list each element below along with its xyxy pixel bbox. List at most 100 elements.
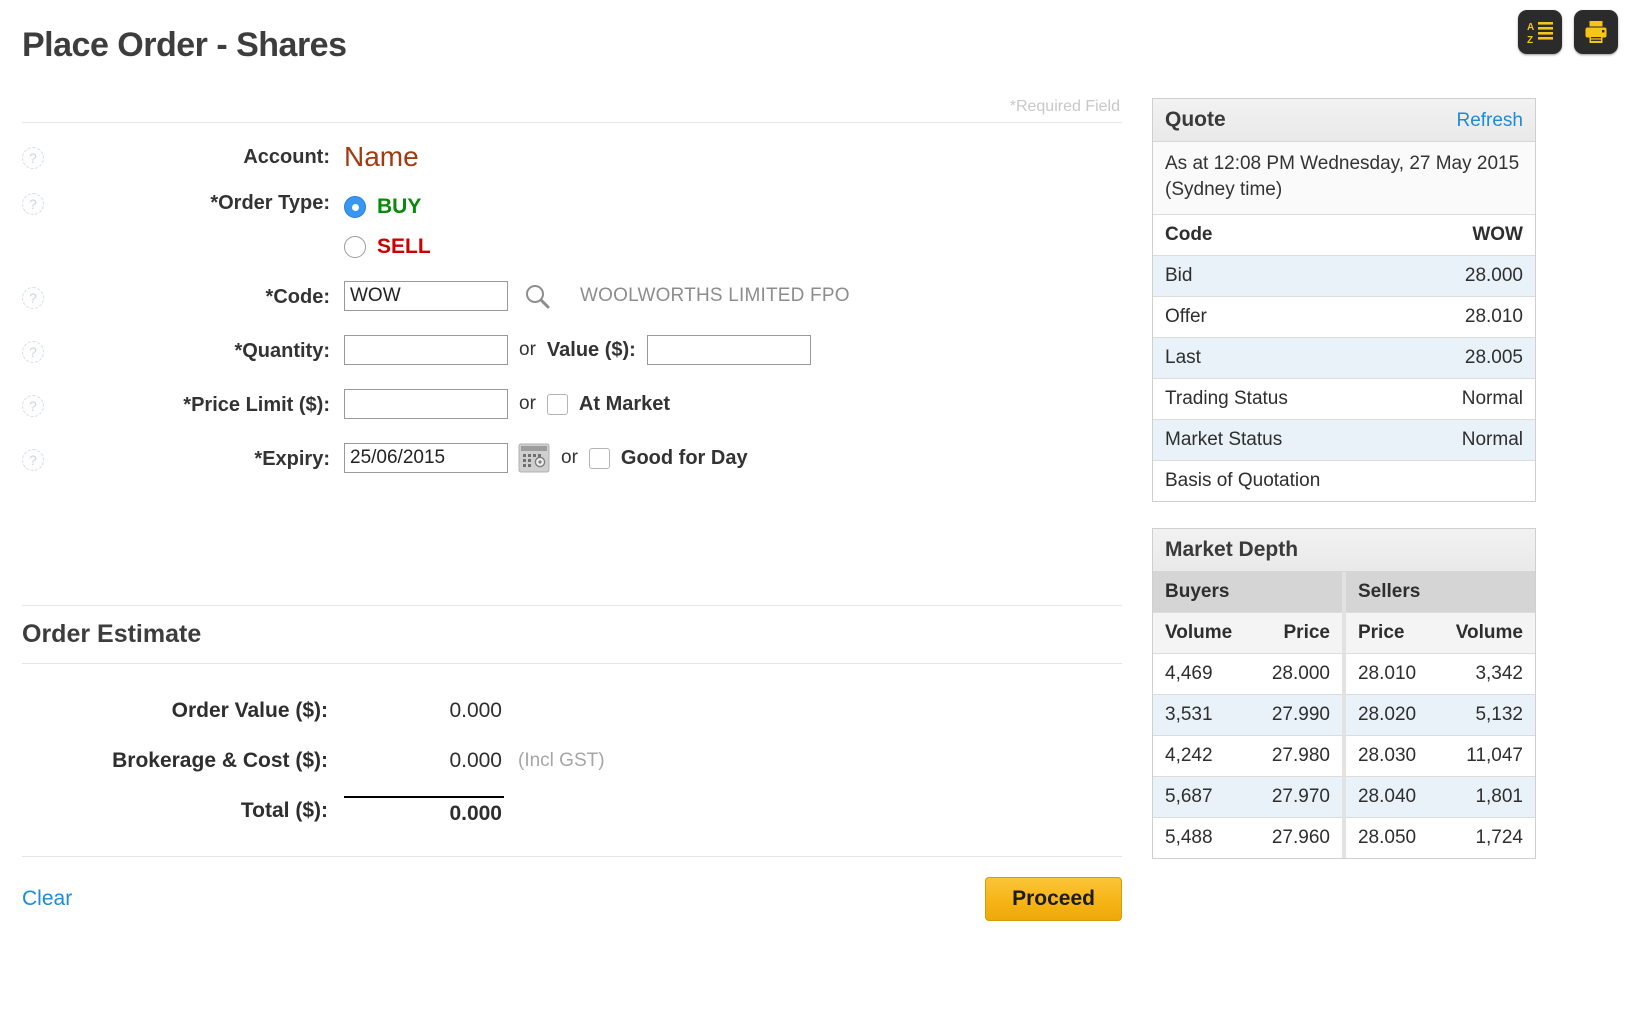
cell-buy-price: 27.980 bbox=[1252, 736, 1344, 777]
refresh-button[interactable]: Refresh bbox=[1456, 110, 1523, 132]
quote-panel-header: Quote Refresh bbox=[1153, 99, 1535, 142]
table-row: Market Status Normal bbox=[1153, 420, 1535, 461]
print-icon[interactable] bbox=[1574, 10, 1618, 54]
cell-buy-price: 27.960 bbox=[1252, 818, 1344, 859]
expiry-label: *Expiry: bbox=[68, 443, 344, 471]
gst-note: (Incl GST) bbox=[504, 750, 605, 772]
form-rows: ? Account: Name ? *Order Type: BUY bbox=[22, 123, 1122, 497]
market-depth-column-header: Volume Price Price Volume bbox=[1153, 613, 1535, 654]
help-cell: ? bbox=[22, 281, 68, 309]
form-row-expiry: ? *Expiry: bbox=[22, 443, 1122, 497]
quote-row-value bbox=[1412, 461, 1535, 502]
table-row: 5,687 27.970 28.040 1,801 bbox=[1153, 777, 1535, 818]
table-row: Last 28.005 bbox=[1153, 338, 1535, 379]
quote-row-label: Bid bbox=[1153, 256, 1412, 297]
expiry-input[interactable] bbox=[344, 443, 508, 473]
table-row: Trading Status Normal bbox=[1153, 379, 1535, 420]
group-header-buyers: Buyers bbox=[1153, 572, 1344, 613]
total-label: Total ($): bbox=[22, 799, 344, 823]
help-icon[interactable]: ? bbox=[22, 287, 44, 309]
code-input[interactable] bbox=[344, 281, 508, 311]
proceed-button[interactable]: Proceed bbox=[985, 877, 1122, 921]
place-order-page: A Z Place Order - Shares *Required Field bbox=[0, 0, 1632, 1032]
order-form: *Required Field ? Account: Name ? *Order… bbox=[22, 98, 1122, 921]
price-limit-field: or At Market bbox=[344, 389, 1122, 419]
group-header-sellers: Sellers bbox=[1344, 572, 1535, 613]
order-value-label: Order Value ($): bbox=[22, 699, 344, 723]
cell-sell-volume: 3,342 bbox=[1436, 654, 1535, 695]
order-type-label: *Order Type: bbox=[68, 187, 344, 215]
good-for-day-checkbox[interactable] bbox=[589, 448, 610, 469]
value-label: Value ($): bbox=[547, 339, 636, 362]
estimate-row-order-value: Order Value ($): 0.000 bbox=[22, 686, 1122, 736]
order-value-amount: 0.000 bbox=[344, 699, 504, 723]
clear-button[interactable]: Clear bbox=[22, 887, 72, 911]
table-row: 4,469 28.000 28.010 3,342 bbox=[1153, 654, 1535, 695]
or-separator-quantity: or bbox=[519, 339, 536, 361]
at-market-checkbox[interactable] bbox=[547, 394, 568, 415]
search-icon[interactable] bbox=[522, 281, 552, 311]
market-depth-panel-header: Market Depth bbox=[1153, 529, 1535, 572]
quote-row-value: 28.000 bbox=[1412, 256, 1535, 297]
calendar-icon[interactable] bbox=[518, 443, 550, 473]
help-icon[interactable]: ? bbox=[22, 449, 44, 471]
table-row: 4,242 27.980 28.030 11,047 bbox=[1153, 736, 1535, 777]
brokerage-amount: 0.000 bbox=[344, 749, 504, 773]
table-row: Bid 28.000 bbox=[1153, 256, 1535, 297]
quote-header-symbol: WOW bbox=[1412, 215, 1535, 256]
help-icon[interactable]: ? bbox=[22, 341, 44, 363]
table-row: Basis of Quotation bbox=[1153, 461, 1535, 502]
estimate-row-total: Total ($): 0.000 bbox=[22, 786, 1122, 836]
svg-text:A: A bbox=[1527, 22, 1534, 33]
or-separator-price: or bbox=[519, 393, 536, 415]
glossary-az-icon[interactable]: A Z bbox=[1518, 10, 1562, 54]
price-limit-input[interactable] bbox=[344, 389, 508, 419]
quote-row-label: Offer bbox=[1153, 297, 1412, 338]
help-cell: ? bbox=[22, 187, 68, 215]
form-row-order-type: ? *Order Type: BUY SELL bbox=[22, 187, 1122, 281]
estimate-row-brokerage: Brokerage & Cost ($): 0.000 (Incl GST) bbox=[22, 736, 1122, 786]
radio-option-sell[interactable]: SELL bbox=[344, 227, 431, 267]
cell-sell-price: 28.050 bbox=[1344, 818, 1436, 859]
quote-row-value: Normal bbox=[1412, 420, 1535, 461]
radio-buy[interactable] bbox=[344, 196, 366, 218]
form-row-price-limit: ? *Price Limit ($): or At Market bbox=[22, 389, 1122, 443]
col-buy-volume: Volume bbox=[1153, 613, 1252, 654]
cell-buy-price: 27.990 bbox=[1252, 695, 1344, 736]
cell-sell-volume: 1,801 bbox=[1436, 777, 1535, 818]
cell-buy-volume: 5,488 bbox=[1153, 818, 1252, 859]
page-title: Place Order - Shares bbox=[22, 26, 347, 65]
cell-sell-volume: 5,132 bbox=[1436, 695, 1535, 736]
radio-option-buy[interactable]: BUY bbox=[344, 187, 421, 227]
market-depth-group-header: Buyers Sellers bbox=[1153, 572, 1535, 613]
quote-title: Quote bbox=[1165, 108, 1226, 132]
form-row-account: ? Account: Name bbox=[22, 141, 1122, 187]
table-row: 3,531 27.990 28.020 5,132 bbox=[1153, 695, 1535, 736]
cell-sell-price: 28.020 bbox=[1344, 695, 1436, 736]
quantity-input[interactable] bbox=[344, 335, 508, 365]
value-input[interactable] bbox=[647, 335, 811, 365]
estimate-rows: Order Value ($): 0.000 Brokerage & Cost … bbox=[22, 664, 1122, 836]
order-estimate-title: Order Estimate bbox=[22, 606, 1122, 663]
price-limit-label: *Price Limit ($): bbox=[68, 389, 344, 417]
radio-sell[interactable] bbox=[344, 236, 366, 258]
form-actions: Clear Proceed bbox=[22, 857, 1122, 921]
cell-buy-volume: 4,242 bbox=[1153, 736, 1252, 777]
help-cell: ? bbox=[22, 141, 68, 169]
cell-sell-price: 28.030 bbox=[1344, 736, 1436, 777]
cell-sell-volume: 11,047 bbox=[1436, 736, 1535, 777]
account-name-value: Name bbox=[344, 141, 419, 173]
help-icon[interactable]: ? bbox=[22, 395, 44, 417]
help-icon[interactable]: ? bbox=[22, 147, 44, 169]
table-row: 5,488 27.960 28.050 1,724 bbox=[1153, 818, 1535, 859]
quote-row-label: Last bbox=[1153, 338, 1412, 379]
cell-sell-volume: 1,724 bbox=[1436, 818, 1535, 859]
help-icon[interactable]: ? bbox=[22, 193, 44, 215]
col-buy-price: Price bbox=[1252, 613, 1344, 654]
quote-row-value: 28.005 bbox=[1412, 338, 1535, 379]
code-label: *Code: bbox=[68, 281, 344, 309]
quantity-field: or Value ($): bbox=[344, 335, 1122, 365]
table-row: Offer 28.010 bbox=[1153, 297, 1535, 338]
quote-row-value: Normal bbox=[1412, 379, 1535, 420]
right-sidebar: Quote Refresh As at 12:08 PM Wednesday, … bbox=[1152, 98, 1536, 885]
